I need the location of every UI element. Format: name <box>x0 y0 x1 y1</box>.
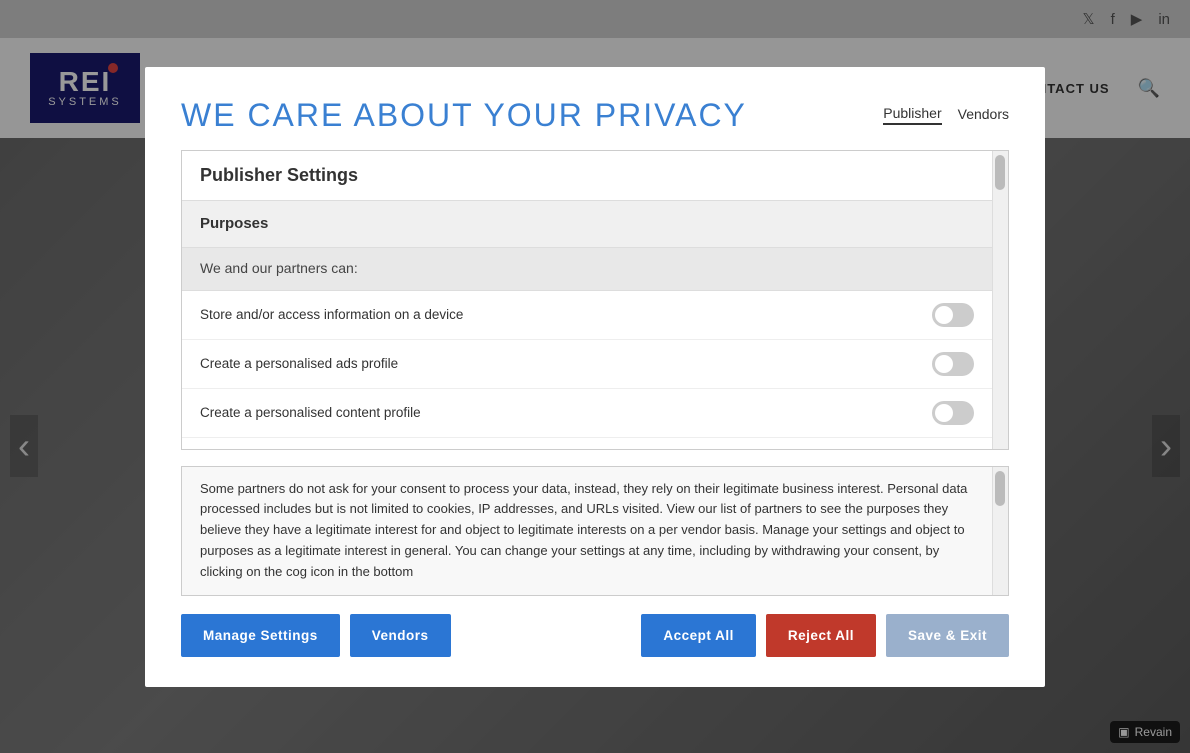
footer-right-buttons: Accept All Reject All Save & Exit <box>641 614 1009 657</box>
tab-vendors[interactable]: Vendors <box>958 106 1009 124</box>
footer-left-buttons: Manage Settings Vendors <box>181 614 451 657</box>
purposes-label: Purposes <box>200 215 268 232</box>
toggle-switch-3[interactable] <box>932 401 974 425</box>
toggle-label-1: Store and/or access information on a dev… <box>200 307 463 322</box>
scroll-thumb-top <box>995 155 1005 190</box>
modal-tabs: Publisher Vendors <box>883 105 1009 125</box>
modal-overlay: WE CARE ABOUT YOUR PRIVACY Publisher Ven… <box>0 0 1190 753</box>
accept-all-button[interactable]: Accept All <box>641 614 756 657</box>
tab-publisher[interactable]: Publisher <box>883 105 941 125</box>
toggle-item-4: Select personalised content <box>182 438 992 450</box>
toggle-switch-2[interactable] <box>932 352 974 376</box>
reject-all-button[interactable]: Reject All <box>766 614 876 657</box>
toggle-item-3: Create a personalised content profile <box>182 389 992 438</box>
partners-can-section: We and our partners can: <box>182 248 992 291</box>
manage-settings-button[interactable]: Manage Settings <box>181 614 340 657</box>
vendors-button[interactable]: Vendors <box>350 614 451 657</box>
toggle-list: Store and/or access information on a dev… <box>182 291 992 450</box>
modal-footer: Manage Settings Vendors Accept All Rejec… <box>181 614 1009 657</box>
publisher-settings-header: Publisher Settings <box>182 151 992 201</box>
toggle-item-1: Store and/or access information on a dev… <box>182 291 992 340</box>
toggle-item-2: Create a personalised ads profile <box>182 340 992 389</box>
description-text: Some partners do not ask for your consen… <box>182 467 992 595</box>
scroll-thumb-desc <box>995 471 1005 506</box>
privacy-modal: WE CARE ABOUT YOUR PRIVACY Publisher Ven… <box>145 67 1045 687</box>
vertical-scrollbar-top[interactable] <box>992 151 1008 450</box>
toggle-switch-1[interactable] <box>932 303 974 327</box>
publisher-settings-section: Publisher Settings Purposes We and our p… <box>181 150 1009 450</box>
toggle-label-2: Create a personalised ads profile <box>200 356 398 371</box>
partners-can-label: We and our partners can: <box>200 260 358 276</box>
description-area: Some partners do not ask for your consen… <box>181 466 1009 596</box>
vertical-scrollbar-desc[interactable] <box>992 467 1008 595</box>
publisher-settings-title: Publisher Settings <box>200 165 358 185</box>
modal-header: WE CARE ABOUT YOUR PRIVACY Publisher Ven… <box>181 97 1009 134</box>
modal-title: WE CARE ABOUT YOUR PRIVACY <box>181 97 747 134</box>
toggle-label-3: Create a personalised content profile <box>200 405 421 420</box>
save-exit-button[interactable]: Save & Exit <box>886 614 1009 657</box>
purposes-section: Purposes <box>182 201 992 248</box>
